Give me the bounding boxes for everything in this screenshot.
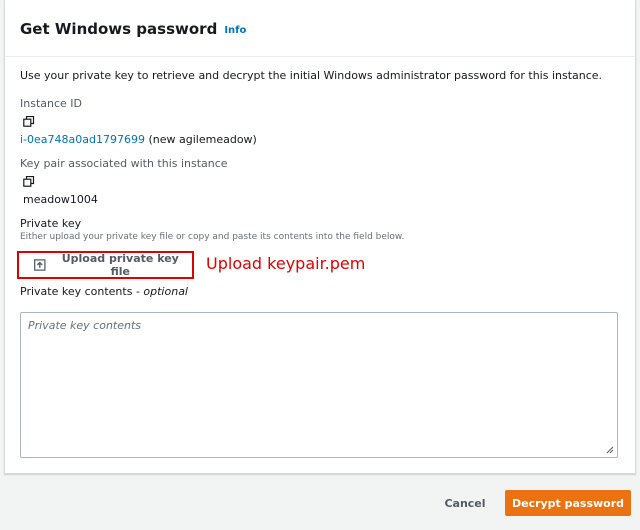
panel-header: Get Windows password Info (5, 0, 635, 57)
description-text: Use your private key to retrieve and dec… (20, 69, 603, 82)
private-key-contents-textarea[interactable]: Private key contents (20, 312, 618, 458)
get-windows-password-panel: Get Windows password Info Use your priva… (4, 0, 636, 474)
instance-id-value: i-0ea748a0ad1797699 (new agilemeadow) (20, 133, 620, 147)
key-pair-label: Key pair associated with this instance (20, 157, 228, 170)
cancel-button[interactable]: Cancel (440, 492, 490, 514)
instance-name: (new agilemeadow) (144, 133, 257, 146)
key-pair-field: Key pair associated with this instance m… (20, 157, 620, 207)
decrypt-password-button[interactable]: Decrypt password (505, 490, 631, 516)
instance-id-label: Instance ID (20, 97, 82, 110)
upload-private-key-button[interactable]: Upload private key file (24, 252, 188, 278)
optional-label: optional (143, 285, 188, 298)
instance-id-field: Instance ID i-0ea748a0ad1797699 (new agi… (20, 97, 620, 147)
key-pair-value: meadow1004 (23, 193, 98, 206)
private-key-contents-label: Private key contents - optional (20, 285, 620, 299)
upload-button-label: Upload private key file (61, 252, 179, 278)
private-key-field: Private key Either upload your private k… (17, 217, 620, 299)
contents-label-text: Private key contents - (20, 285, 144, 298)
upload-icon (34, 259, 46, 271)
panel-body: Use your private key to retrieve and dec… (5, 57, 635, 299)
instance-id-link[interactable]: i-0ea748a0ad1797699 (20, 133, 145, 146)
dialog-footer: Cancel Decrypt password (0, 474, 640, 530)
copy-icon[interactable] (23, 115, 35, 127)
resize-grip-icon[interactable] (606, 446, 614, 454)
copy-icon[interactable] (23, 175, 35, 187)
annotation-text: Upload keypair.pem (206, 254, 366, 273)
page-title: Get Windows password (20, 20, 218, 38)
private-key-hint: Either upload your private key file or c… (20, 232, 405, 242)
info-link[interactable]: Info (224, 25, 246, 36)
upload-row: Upload private key file Upload keypair.p… (17, 251, 620, 285)
private-key-label: Private key (20, 217, 82, 230)
textarea-placeholder: Private key contents (28, 319, 142, 332)
